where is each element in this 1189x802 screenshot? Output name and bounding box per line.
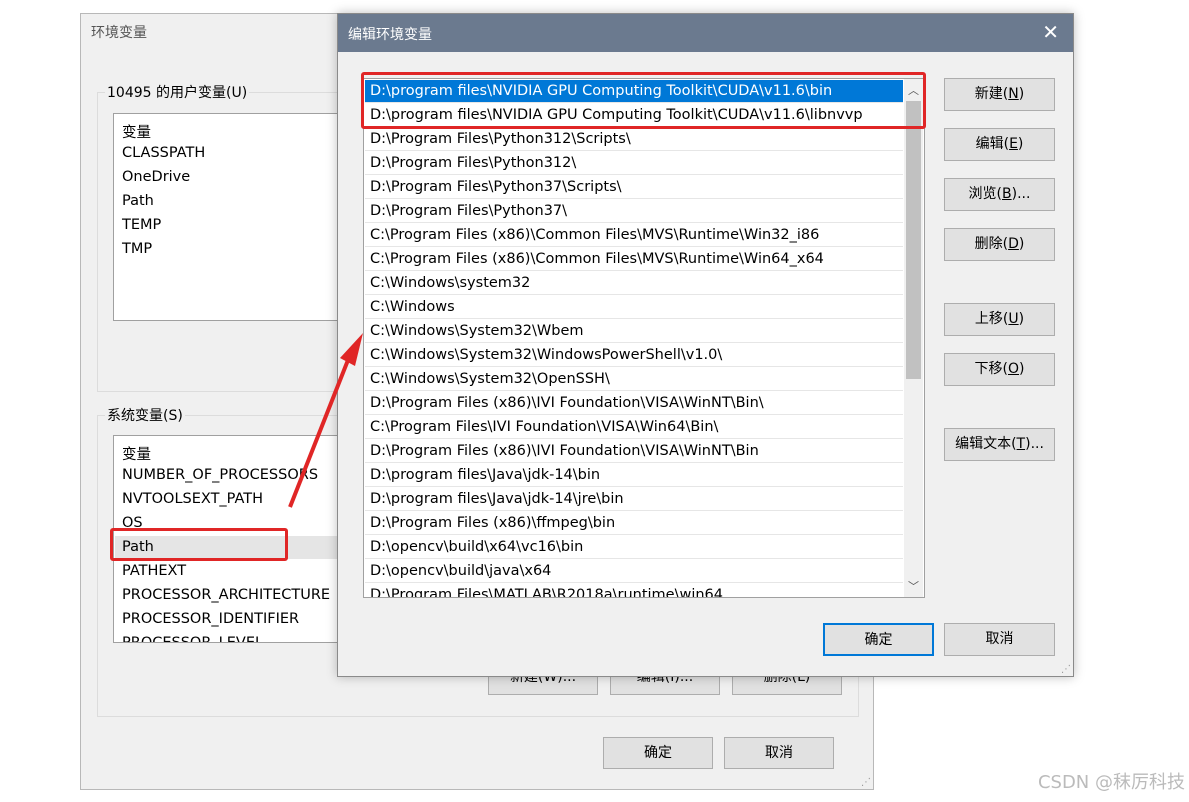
watermark: CSDN @秣厉科技 xyxy=(1037,772,1185,793)
annotation-arrow-icon xyxy=(288,333,363,508)
